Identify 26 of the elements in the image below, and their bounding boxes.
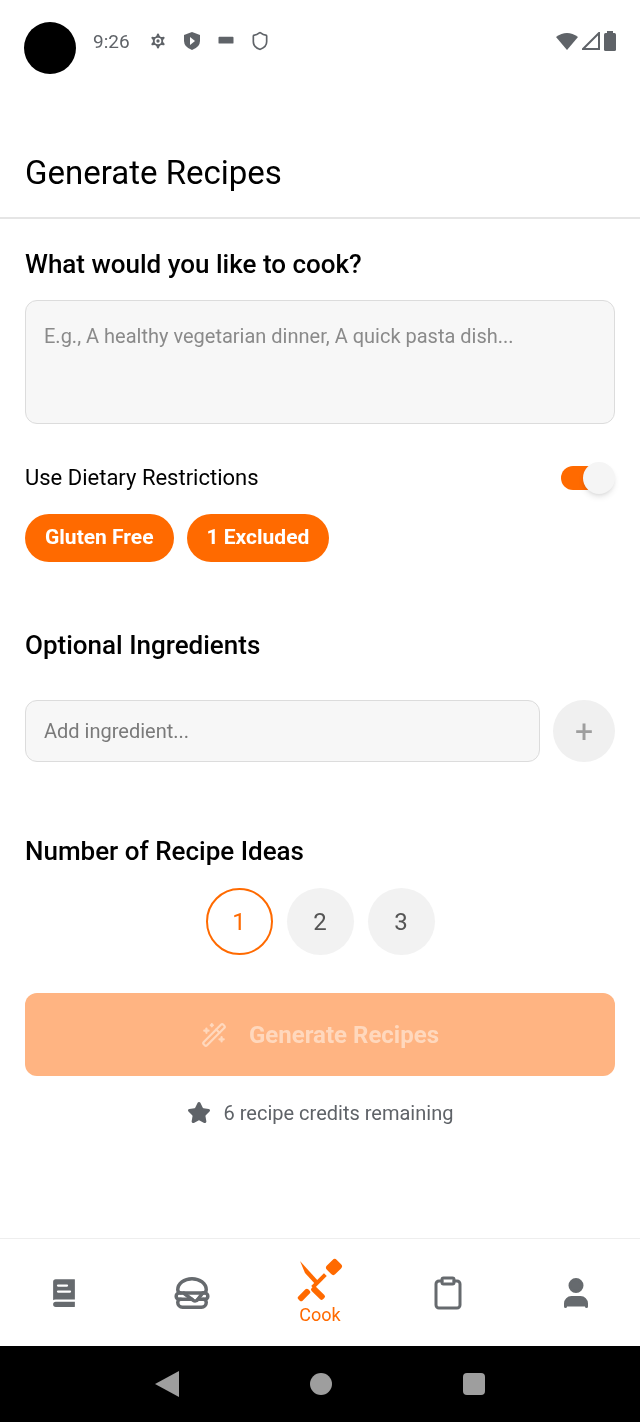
add-ingredient-button[interactable]: +	[553, 700, 615, 762]
status-time: 9:26	[93, 29, 130, 55]
count-option[interactable]: 3	[367, 888, 435, 955]
section-heading: What would you like to cook?	[25, 251, 363, 277]
page-title: Generate Recipes	[25, 156, 282, 189]
section-heading: Number of Recipe Ideas	[25, 838, 305, 864]
back-icon[interactable]	[155, 1371, 180, 1397]
wifi-icon	[556, 32, 578, 50]
shield-play-icon	[181, 31, 202, 51]
home-button[interactable]	[310, 1373, 332, 1395]
diet-chip[interactable]: Gluten Free	[25, 514, 174, 562]
recipe-prompt-field[interactable]: E.g., A healthy vegetarian dinner, A quick pasta dish...	[25, 300, 615, 424]
star-icon	[186, 1101, 211, 1125]
camera-cutout	[24, 22, 76, 74]
nav-tab[interactable]: Cook	[256, 1239, 384, 1346]
diet-chip[interactable]: 1 Excluded	[186, 514, 330, 562]
credits-text: 6 recipe credits remaining	[223, 1100, 454, 1127]
section-heading: Optional Ingredients	[25, 632, 262, 658]
recents-button[interactable]	[462, 1373, 485, 1395]
signal-icon	[582, 32, 600, 50]
dietary-label: Use Dietary Restrictions	[25, 464, 259, 492]
battery-icon	[604, 31, 616, 51]
magic-wand-icon	[201, 1021, 227, 1048]
count-option[interactable]: 2	[286, 888, 354, 955]
count-option[interactable]: 1	[205, 888, 273, 955]
ingredient-field[interactable]: Add ingredient...	[25, 700, 540, 762]
